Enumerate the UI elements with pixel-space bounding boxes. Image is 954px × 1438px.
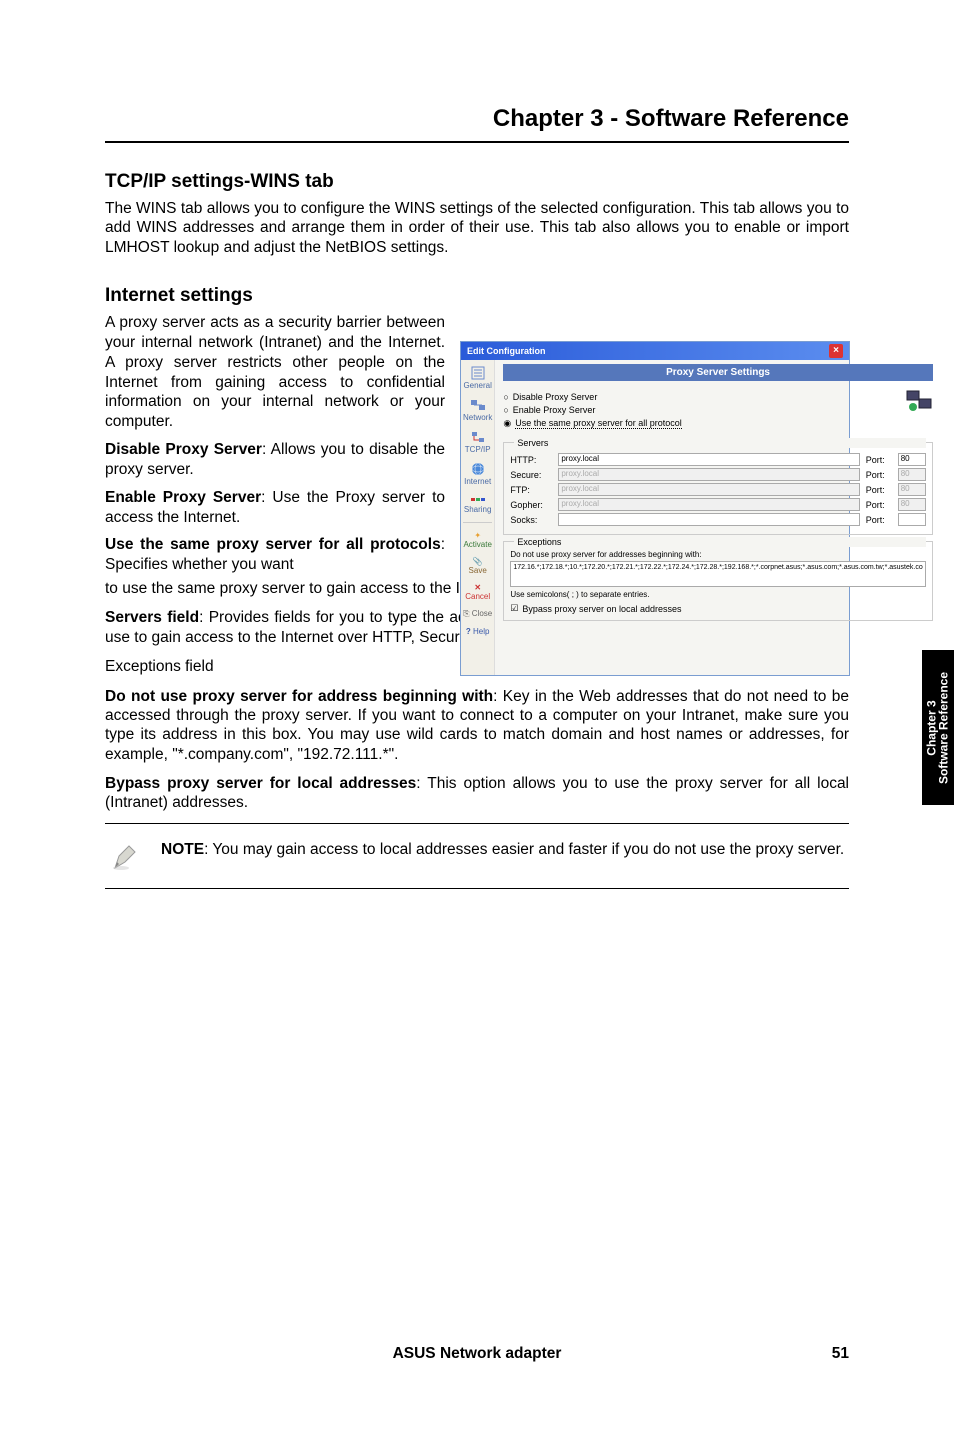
- tcpip-icon: [470, 430, 486, 444]
- secure-input: proxy.local: [558, 468, 859, 481]
- notepad-icon: [470, 366, 486, 380]
- note-bold: NOTE: [161, 841, 204, 858]
- chapter-title: Chapter 3 - Software Reference: [105, 105, 849, 133]
- socks-input[interactable]: [558, 513, 859, 526]
- gopher-input: proxy.local: [558, 498, 859, 511]
- pencil-icon: [111, 842, 141, 872]
- side-tab: Chapter 3 Software Reference: [922, 650, 954, 805]
- disable-proxy-text: Disable Proxy Server: Allows you to disa…: [105, 440, 445, 480]
- dialog-main: Proxy Server Settings ○Disable Proxy Ser…: [495, 360, 940, 675]
- not-use-proxy-bold: Do not use proxy server for address begi…: [105, 688, 493, 705]
- globe-icon: [470, 462, 486, 476]
- socks-port[interactable]: [898, 513, 926, 526]
- note-rest: : You may gain access to local addresses…: [204, 841, 844, 858]
- internet-p1: A proxy server acts as a security barrie…: [105, 313, 445, 432]
- http-label: HTTP:: [510, 455, 552, 465]
- radio-enable[interactable]: ○Enable Proxy Server: [503, 405, 681, 415]
- gopher-port: 80: [898, 498, 926, 511]
- dialog-title: Edit Configuration: [467, 346, 546, 356]
- enable-proxy-bold: Enable Proxy Server: [105, 489, 261, 506]
- bypass-proxy-text: Bypass proxy server for local addresses:…: [105, 774, 849, 813]
- network-icon: [470, 398, 486, 412]
- dialog-titlebar: Edit Configuration ×: [461, 342, 849, 360]
- radio-disable[interactable]: ○Disable Proxy Server: [503, 392, 681, 402]
- sidebar-item-close[interactable]: ⎘ Close: [463, 607, 492, 621]
- exceptions-legend: Exceptions: [514, 537, 925, 547]
- exceptions-input[interactable]: 172.16.*;172.18.*;10.*;172.20.*;172.21.*…: [510, 561, 925, 587]
- secure-label: Secure:: [510, 470, 552, 480]
- sidebar-item-internet[interactable]: Internet: [463, 460, 492, 488]
- dialog-window: Edit Configuration × General Network TCP…: [460, 341, 850, 676]
- ftp-input: proxy.local: [558, 483, 859, 496]
- disable-proxy-bold: Disable Proxy Server: [105, 441, 262, 458]
- ftp-port: 80: [898, 483, 926, 496]
- divider: [105, 141, 849, 143]
- proxy-header-icon: [905, 389, 933, 413]
- exceptions-note: Use semicolons( ; ) to separate entries.: [510, 590, 925, 599]
- socks-label: Socks:: [510, 515, 552, 525]
- radio-same[interactable]: ◉Use the same proxy server for all proto…: [503, 418, 681, 429]
- section-wins-title: TCP/IP settings-WINS tab: [105, 171, 849, 193]
- servers-legend: Servers: [514, 438, 925, 448]
- footer: ASUS Network adapter: [0, 1345, 954, 1363]
- same-proxy-bold: Use the same proxy server for all protoc…: [105, 536, 441, 553]
- not-use-proxy-text: Do not use proxy server for address begi…: [105, 687, 849, 765]
- sidebar-item-cancel[interactable]: ✕ Cancel: [463, 581, 492, 603]
- gopher-label: Gopher:: [510, 500, 552, 510]
- http-port[interactable]: 80: [898, 453, 926, 466]
- close-icon[interactable]: ×: [829, 344, 843, 358]
- sharing-icon: [470, 494, 486, 504]
- sidebar-item-help[interactable]: ? Help: [463, 625, 492, 638]
- section-internet-title: Internet settings: [105, 285, 849, 307]
- sidebar-item-save[interactable]: 📎 Save: [463, 555, 492, 577]
- wins-body: The WINS tab allows you to configure the…: [105, 199, 849, 257]
- sidebar-item-sharing[interactable]: Sharing: [463, 492, 492, 516]
- bypass-proxy-bold: Bypass proxy server for local addresses: [105, 775, 416, 792]
- footer-title: ASUS Network adapter: [393, 1345, 562, 1363]
- exceptions-sub: Do not use proxy server for addresses be…: [510, 550, 925, 559]
- proxy-banner: Proxy Server Settings: [503, 364, 932, 381]
- bypass-checkbox[interactable]: ☑Bypass proxy server on local addresses: [510, 603, 925, 614]
- ftp-label: FTP:: [510, 485, 552, 495]
- sidebar-item-activate[interactable]: ✦ Activate: [463, 529, 492, 551]
- footer-page: 51: [832, 1345, 849, 1363]
- note-block: NOTE: You may gain access to local addre…: [105, 823, 849, 889]
- note-text: NOTE: You may gain access to local addre…: [161, 840, 844, 859]
- sidebar-item-network[interactable]: Network: [463, 396, 492, 424]
- enable-proxy-text: Enable Proxy Server: Use the Proxy serve…: [105, 488, 445, 528]
- sidebar-item-general[interactable]: General: [463, 364, 492, 392]
- side-tab-line2: Software Reference: [938, 672, 950, 784]
- secure-port: 80: [898, 468, 926, 481]
- dialog-sidebar: General Network TCP/IP Internet Sharing …: [461, 360, 495, 675]
- same-proxy-text: Use the same proxy server for all protoc…: [105, 535, 445, 575]
- http-input[interactable]: proxy.local: [558, 453, 859, 466]
- servers-field-bold: Servers field: [105, 609, 199, 626]
- sidebar-item-tcpip[interactable]: TCP/IP: [463, 428, 492, 456]
